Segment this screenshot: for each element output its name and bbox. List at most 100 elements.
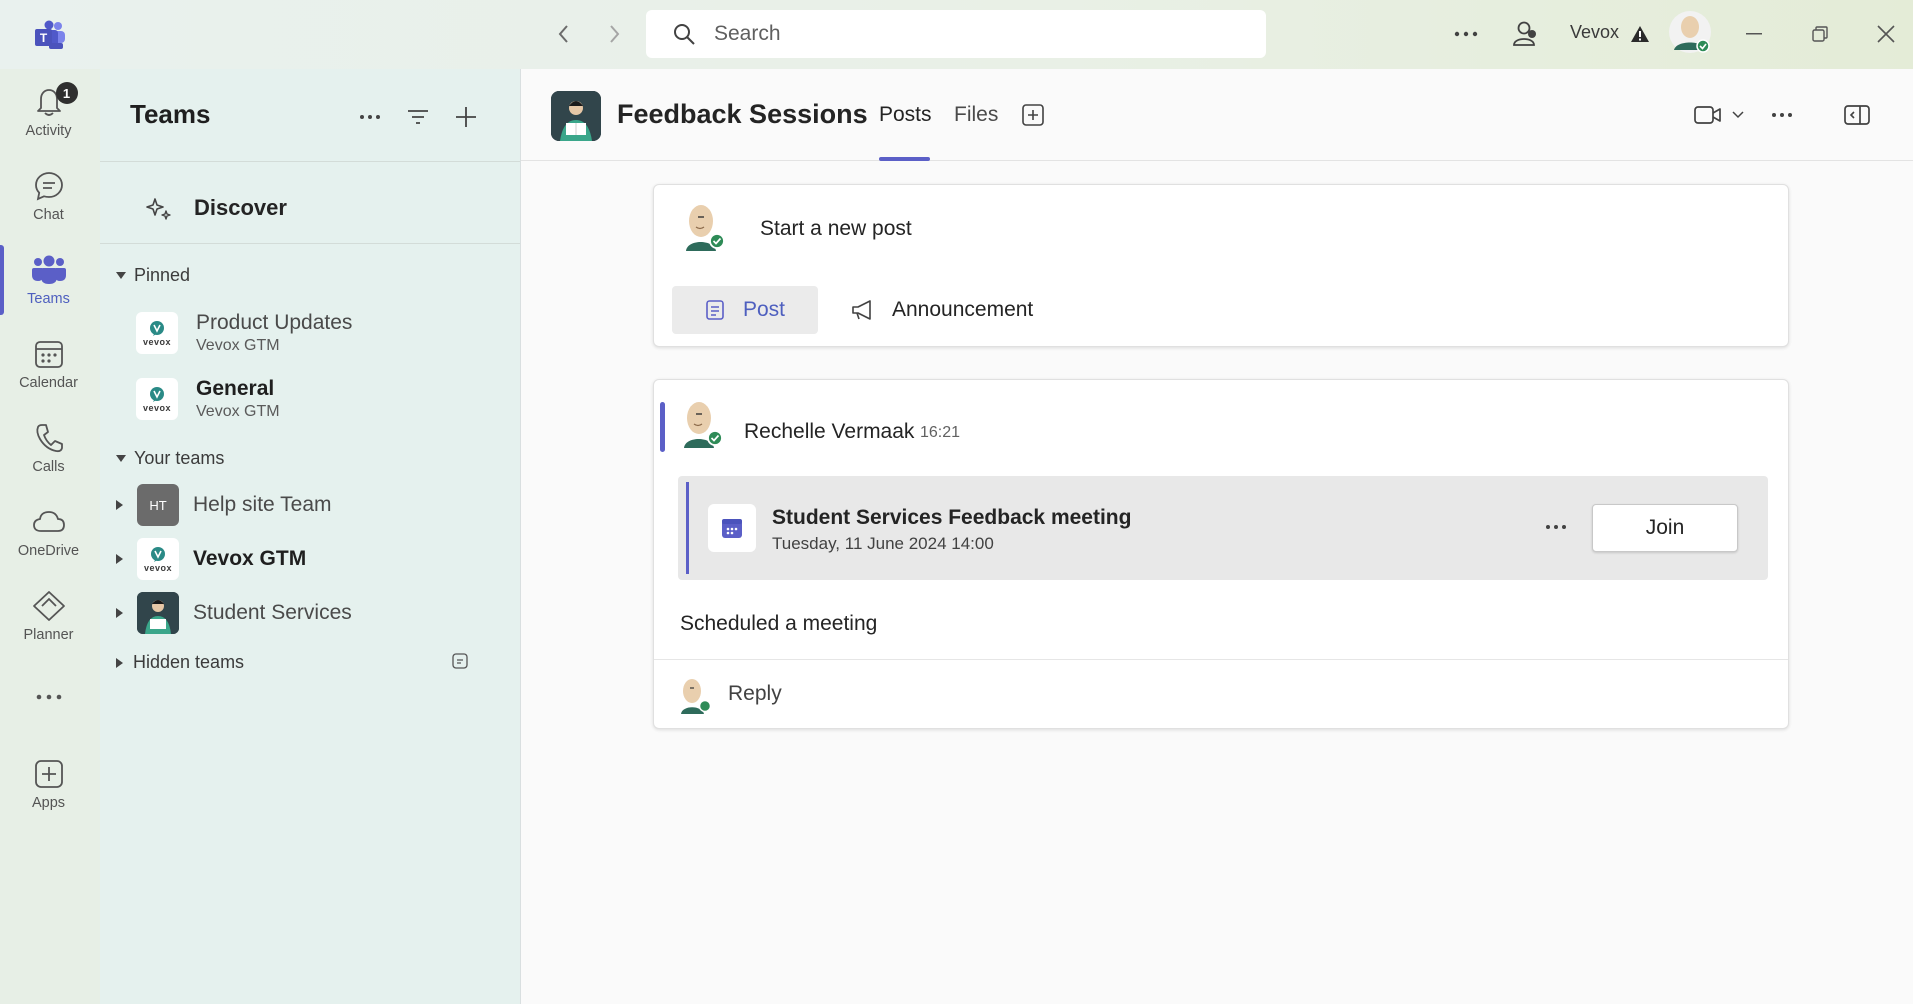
teams-pane: Teams Discover Pinned vevox Product Upda… [100, 69, 520, 1004]
search-placeholder: Search [714, 22, 781, 45]
rail-item-teams[interactable]: Teams [0, 242, 97, 320]
start-new-post[interactable]: Start a new post [760, 217, 912, 241]
rail-item-onedrive[interactable]: OneDrive [0, 494, 97, 572]
minimize-icon [1746, 33, 1762, 35]
vevox-logo: vevox [136, 378, 178, 420]
channel-title: Feedback Sessions [617, 99, 868, 129]
caret-right-icon [116, 500, 123, 510]
rail-item-more[interactable] [0, 669, 97, 719]
reply-button[interactable]: Reply [728, 682, 782, 706]
pane-title: Teams [130, 99, 211, 129]
avatar [680, 400, 726, 448]
caret-right-icon [116, 608, 123, 618]
rail-item-calls[interactable]: Calls [0, 410, 97, 488]
team-name: Vevox GTM [193, 547, 307, 570]
pinned-section-header[interactable]: Pinned [116, 265, 190, 286]
restore-button[interactable] [1800, 14, 1840, 54]
vevox-logo: vevox [136, 312, 178, 354]
close-button[interactable] [1866, 14, 1906, 54]
search-icon [674, 24, 695, 45]
rail-label: Teams [27, 291, 70, 307]
teams-logo-icon: T [33, 20, 67, 50]
profile-avatar[interactable] [1668, 11, 1712, 53]
thread-accent-bar [660, 402, 665, 452]
avatar [678, 678, 712, 714]
meet-button[interactable] [1687, 95, 1751, 135]
channel-header: Feedback Sessions Posts Files [521, 69, 1913, 161]
toggle-info-pane-button[interactable] [1837, 95, 1877, 135]
minimize-button[interactable] [1734, 14, 1774, 54]
post-time: 16:21 [920, 424, 961, 441]
join-label: Join [1645, 516, 1685, 539]
discover-label: Discover [194, 195, 287, 220]
tab-files[interactable]: Files [954, 103, 998, 127]
bell-icon: 1 [34, 82, 78, 120]
pinned-channel-general[interactable]: vevox General Vevox GTM [136, 370, 506, 428]
panel-toggle-icon [1844, 105, 1870, 125]
pinned-channel-product-updates[interactable]: vevox Product Updates Vevox GTM [136, 304, 506, 362]
team-student-services[interactable]: Student Services [116, 589, 506, 637]
plus-icon [456, 107, 476, 127]
rail-label: Calls [32, 459, 65, 475]
rail-item-calendar[interactable]: Calendar [0, 326, 97, 404]
filter-button[interactable] [402, 101, 434, 133]
more-options-button[interactable] [1446, 14, 1486, 54]
post-message: Scheduled a meeting [680, 612, 878, 635]
avatar [1669, 11, 1711, 53]
team-initials: HT [149, 497, 167, 513]
hidden-teams-section-header[interactable]: Hidden teams [116, 652, 244, 673]
planner-icon [32, 588, 66, 624]
activity-badge: 1 [55, 82, 78, 104]
teams-more-button[interactable] [354, 101, 386, 133]
add-tab-icon [1022, 104, 1044, 126]
tab-posts[interactable]: Posts [879, 103, 932, 127]
back-button[interactable] [548, 18, 580, 50]
rail-label: OneDrive [17, 543, 80, 559]
channel-name: Product Updates [196, 311, 353, 334]
title-bar: T Search Vevox [0, 0, 1913, 69]
rail-label: Planner [23, 627, 74, 643]
rail-item-apps[interactable]: Apps [0, 746, 97, 824]
rail-item-chat[interactable]: Chat [0, 158, 97, 236]
vevox-chat-icon [150, 320, 164, 336]
channel-avatar [551, 91, 601, 141]
add-team-button[interactable] [450, 101, 482, 133]
your-teams-section-header[interactable]: Your teams [116, 448, 224, 469]
divider [100, 161, 520, 162]
megaphone-icon [852, 300, 871, 320]
rail-item-activity[interactable]: 1 Activity [0, 74, 97, 152]
app-rail: 1 Activity Chat Teams Calendar Calls One… [0, 69, 97, 1004]
org-name[interactable]: Vevox [1570, 22, 1619, 43]
meeting-accent-bar [686, 482, 689, 574]
calendar-icon [708, 504, 756, 552]
chevron-down-icon [1732, 111, 1744, 119]
chevron-right-icon [610, 25, 620, 43]
team-help-site[interactable]: HT Help site Team [116, 481, 506, 529]
vevox-logo-text: vevox [142, 336, 172, 347]
hidden-teams-info-button[interactable] [452, 653, 468, 669]
announcement-button[interactable]: Announcement [850, 286, 1033, 334]
info-box-icon [452, 653, 468, 669]
channel-more-button[interactable] [1765, 95, 1799, 135]
post-author[interactable]: Rechelle Vermaak [744, 420, 914, 444]
vevox-chat-icon [151, 546, 165, 562]
caret-down-icon [116, 272, 126, 279]
channel-name: General [196, 377, 275, 400]
phone-icon [34, 420, 64, 456]
forward-button[interactable] [598, 18, 630, 50]
join-button[interactable]: Join [1592, 504, 1738, 552]
discover-item[interactable]: Discover [146, 187, 287, 229]
post-button[interactable]: Post [672, 286, 818, 334]
rail-label: Calendar [19, 375, 78, 391]
rail-item-planner[interactable]: Planner [0, 578, 97, 656]
team-vevox-gtm[interactable]: vevox Vevox GTM [116, 535, 506, 583]
meeting-more-button[interactable] [1538, 512, 1574, 542]
rail-label: Activity [25, 123, 72, 139]
add-tab-button[interactable] [1018, 95, 1048, 135]
meeting-card[interactable]: Student Services Feedback meeting Tuesda… [678, 476, 1768, 580]
divider [654, 659, 1788, 660]
reader-avatar-icon [551, 91, 601, 141]
svg-text:T: T [40, 31, 48, 45]
people-button[interactable] [1504, 14, 1544, 54]
search-input[interactable]: Search [646, 10, 1266, 58]
